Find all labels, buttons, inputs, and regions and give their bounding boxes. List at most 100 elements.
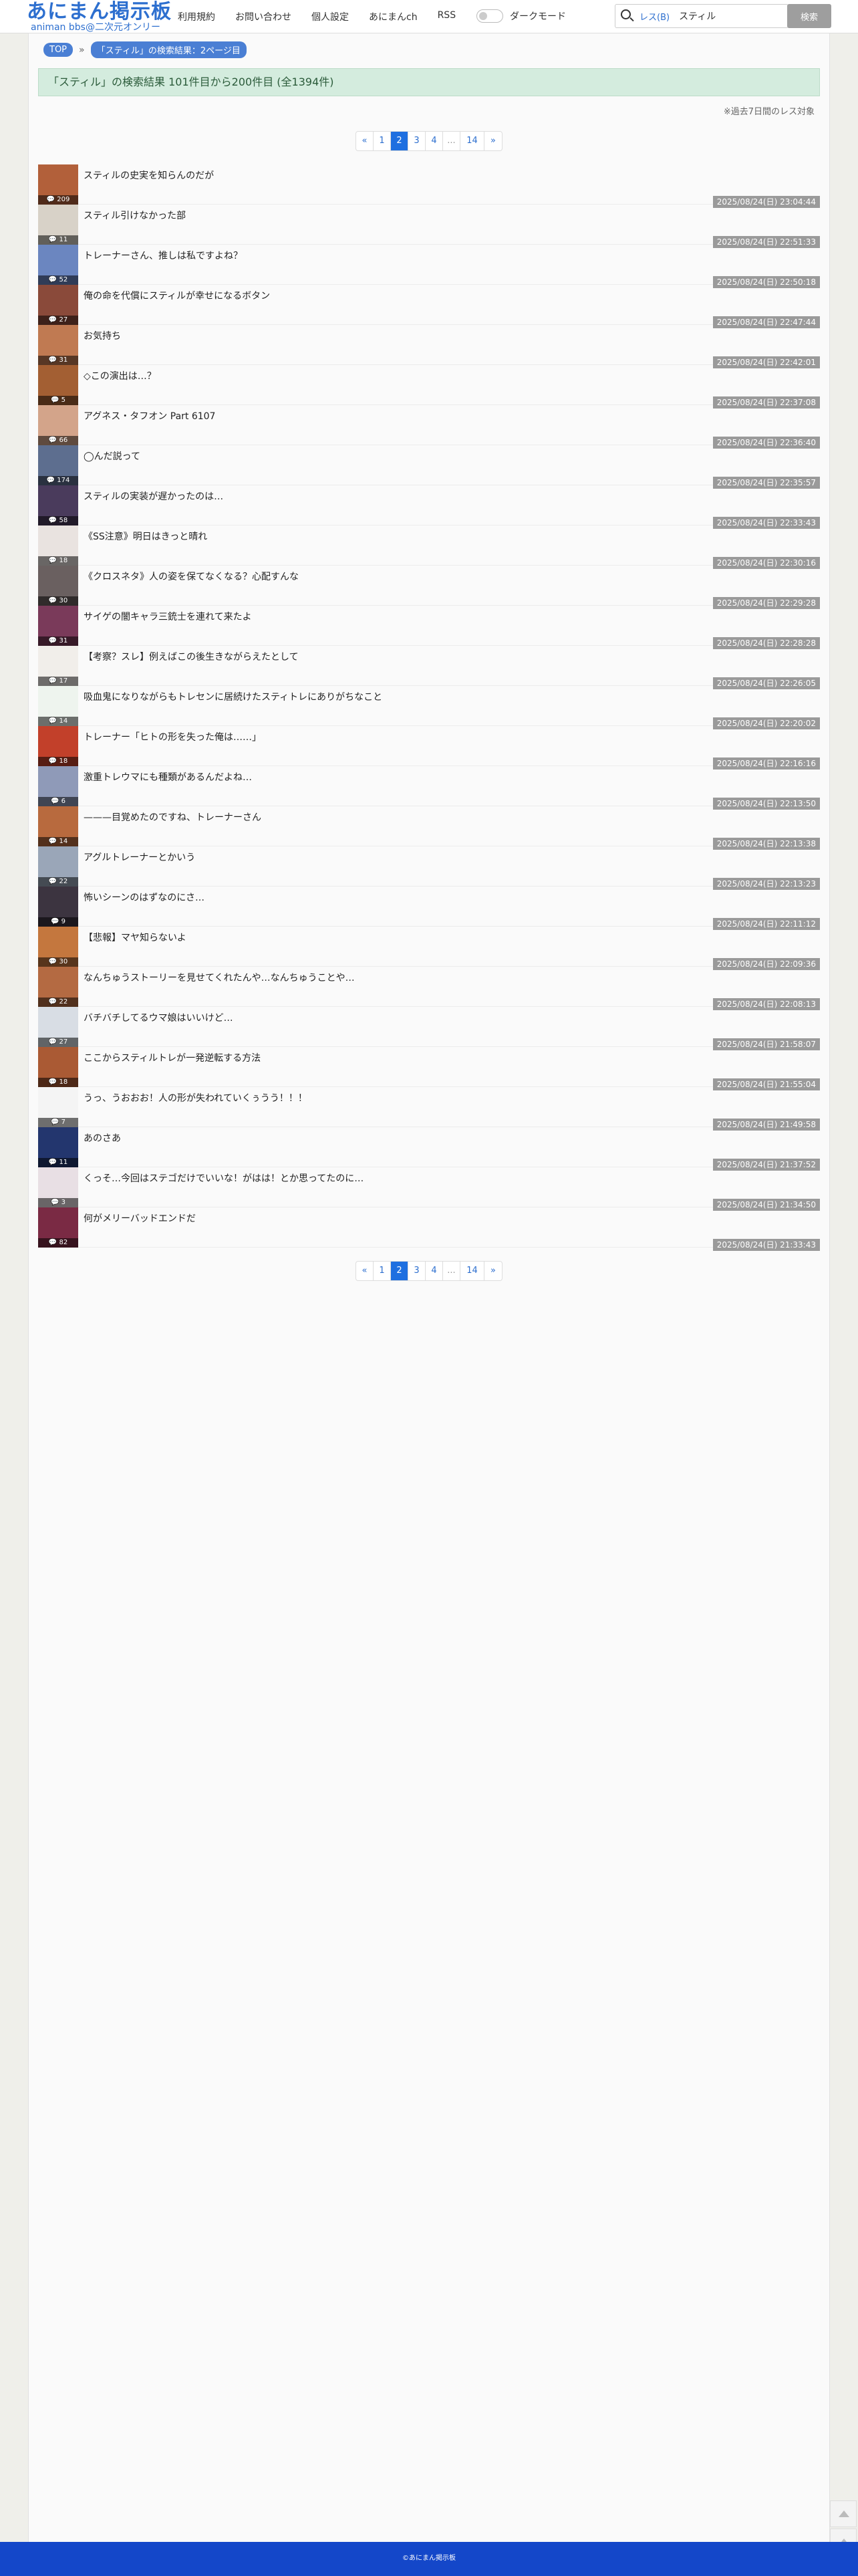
thread-title[interactable]: 【考察？スレ】例えばこの後生きながらえたとして <box>84 650 299 663</box>
thread-row[interactable]: 💬 52 トレーナーさん、推しは私ですよね？ 2025/08/24(日) 22:50… <box>38 245 820 288</box>
thread-row[interactable]: 💬 14 吸血鬼になりながらもトレセンに居続けたスティトレにありがちなこと 2025… <box>38 686 820 729</box>
pager-page-last[interactable]: 14 <box>460 132 484 150</box>
pager-page-4[interactable]: 4 <box>426 1262 443 1280</box>
thread-title[interactable]: スティル引けなかった部 <box>84 209 186 222</box>
thread-row[interactable]: 💬 174 ◯んだ説って 2025/08/24(日) 22:35:57 <box>38 445 820 489</box>
dark-mode-toggle[interactable]: ダークモード <box>476 9 566 23</box>
thread-title[interactable]: 《クロスネタ》人の姿を保てなくなる？心配すんな <box>84 570 299 583</box>
search-input[interactable] <box>679 11 780 21</box>
thread-thumbnail[interactable]: 💬 31 <box>38 606 78 646</box>
pager-page-4[interactable]: 4 <box>426 132 443 150</box>
nav-terms[interactable]: 利用規約 <box>178 10 215 23</box>
pager-prev-icon[interactable]: « <box>356 1262 374 1280</box>
thread-title[interactable]: アグルトレーナーとかいう <box>84 850 195 864</box>
thread-row[interactable]: 💬 5 ◇この演出は…？ 2025/08/24(日) 22:37:08 <box>38 365 820 408</box>
thread-title[interactable]: あのさあ <box>84 1131 121 1145</box>
thread-thumbnail[interactable]: 💬 18 <box>38 525 78 566</box>
thread-thumbnail[interactable]: 💬 58 <box>38 485 78 525</box>
pager-page-1[interactable]: 1 <box>374 1262 391 1280</box>
thread-thumbnail[interactable]: 💬 17 <box>38 646 78 686</box>
thread-row[interactable]: 💬 30 《クロスネタ》人の姿を保てなくなる？心配すんな 2025/08/24(日)… <box>38 566 820 609</box>
thread-row[interactable]: 💬 18 トレーナー「ヒトの形を失った俺は……」 2025/08/24(日) 22:… <box>38 726 820 770</box>
thread-thumbnail[interactable]: 💬 18 <box>38 726 78 766</box>
thread-thumbnail[interactable]: 💬 31 <box>38 325 78 365</box>
thread-title[interactable]: うっ、うおおお！人の形が失われていくぅうう！！！ <box>84 1091 307 1104</box>
thread-row[interactable]: 💬 22 アグルトレーナーとかいう 2025/08/24(日) 22:13:23 <box>38 846 820 890</box>
thread-title[interactable]: ———目覚めたのですね、トレーナーさん <box>84 810 261 824</box>
thread-title[interactable]: 《SS注意》明日はきっと晴れ <box>84 530 207 543</box>
site-logo[interactable]: あにまん掲示板 animan bbs@二次元オンリー <box>27 1 172 33</box>
thread-row[interactable]: 💬 6 激重トレウマにも種類があるんだよね… 2025/08/24(日) 22:13… <box>38 766 820 810</box>
thread-row[interactable]: 💬 9 怖いシーンのはずなのにさ… 2025/08/24(日) 22:11:12 <box>38 887 820 930</box>
thread-thumbnail[interactable]: 💬 11 <box>38 205 78 245</box>
thread-thumbnail[interactable]: 💬 66 <box>38 405 78 445</box>
thread-thumbnail[interactable]: 💬 14 <box>38 806 78 846</box>
thread-row[interactable]: 💬 27 俺の命を代償にスティルが幸せになるボタン 2025/08/24(日) 22… <box>38 285 820 328</box>
thread-thumbnail[interactable]: 💬 82 <box>38 1207 78 1248</box>
thread-row[interactable]: 💬 17 【考察？スレ】例えばこの後生きながらえたとして 2025/08/24(日)… <box>38 646 820 689</box>
thread-row[interactable]: 💬 18 ここからスティルトレが一発逆転する方法 2025/08/24(日) 21:… <box>38 1047 820 1090</box>
thread-row[interactable]: 💬 7 うっ、うおおお！人の形が失われていくぅうう！！！ 2025/08/24(日)… <box>38 1087 820 1131</box>
thread-thumbnail[interactable]: 💬 22 <box>38 846 78 887</box>
thread-title[interactable]: なんちゅうストーリーを見せてくれたんや…なんちゅうことや… <box>84 971 355 984</box>
thread-thumbnail[interactable]: 💬 52 <box>38 245 78 285</box>
thread-thumbnail[interactable]: 💬 14 <box>38 686 78 726</box>
breadcrumb-top[interactable]: TOP <box>43 43 74 57</box>
thread-title[interactable]: ◇この演出は…？ <box>84 369 156 382</box>
thread-thumbnail[interactable]: 💬 3 <box>38 1167 78 1207</box>
thread-title[interactable]: 【悲報】マヤ知らないよ <box>84 931 186 944</box>
thread-thumbnail[interactable]: 💬 27 <box>38 285 78 325</box>
thread-row[interactable]: 💬 27 バチバチしてるウマ娘はいいけど… 2025/08/24(日) 21:58:… <box>38 1007 820 1050</box>
thread-thumbnail[interactable]: 💬 27 <box>38 1007 78 1047</box>
thread-title[interactable]: 怖いシーンのはずなのにさ… <box>84 891 204 904</box>
thread-thumbnail[interactable]: 💬 5 <box>38 365 78 405</box>
thread-title[interactable]: トレーナーさん、推しは私ですよね？ <box>84 249 243 262</box>
thread-row[interactable]: 💬 82 何がメリーバッドエンドだ 2025/08/24(日) 21:33:43 <box>38 1207 820 1251</box>
thread-row[interactable]: 💬 18 《SS注意》明日はきっと晴れ 2025/08/24(日) 22:30:16 <box>38 525 820 569</box>
thread-thumbnail[interactable]: 💬 11 <box>38 1127 78 1167</box>
nav-contact[interactable]: お問い合わせ <box>235 10 291 23</box>
breadcrumb-current[interactable]: 「スティル」の検索結果：2ページ目 <box>90 41 247 58</box>
thread-title[interactable]: バチバチしてるウマ娘はいいけど… <box>84 1011 233 1024</box>
pager-prev-icon[interactable]: « <box>356 132 374 150</box>
thread-row[interactable]: 💬 66 アグネス・タフオン Part 6107 2025/08/24(日) 22:… <box>38 405 820 449</box>
pager-page-3[interactable]: 3 <box>408 132 426 150</box>
pager-next-icon[interactable]: » <box>484 1262 502 1280</box>
thread-thumbnail[interactable]: 💬 9 <box>38 887 78 927</box>
thread-thumbnail[interactable]: 💬 6 <box>38 766 78 806</box>
thread-thumbnail[interactable]: 💬 30 <box>38 927 78 967</box>
pager-page-last[interactable]: 14 <box>460 1262 484 1280</box>
pager-page-2[interactable]: 2 <box>391 132 408 150</box>
search-button[interactable]: 検索 <box>787 4 831 28</box>
thread-thumbnail[interactable]: 💬 18 <box>38 1047 78 1087</box>
search-scope-select[interactable]: レス(B) <box>639 10 670 23</box>
nav-animanch[interactable]: あにまんch <box>369 10 418 23</box>
thread-thumbnail[interactable]: 💬 22 <box>38 967 78 1007</box>
thread-title[interactable]: トレーナー「ヒトの形を失った俺は……」 <box>84 730 261 743</box>
thread-title[interactable]: アグネス・タフオン Part 6107 <box>84 409 215 423</box>
thread-title[interactable]: 激重トレウマにも種類があるんだよね… <box>84 770 252 784</box>
thread-title[interactable]: 何がメリーバッドエンドだ <box>84 1211 196 1225</box>
thread-row[interactable]: 💬 30 【悲報】マヤ知らないよ 2025/08/24(日) 22:09:36 <box>38 927 820 970</box>
thread-thumbnail[interactable]: 💬 30 <box>38 566 78 606</box>
pager-next-icon[interactable]: » <box>484 132 502 150</box>
thread-title[interactable]: くっそ…今回はステゴだけでいいな！がはは！とか思ってたのに… <box>84 1171 364 1185</box>
thread-thumbnail[interactable]: 💬 7 <box>38 1087 78 1127</box>
thread-thumbnail[interactable]: 💬 174 <box>38 445 78 485</box>
thread-title[interactable]: ここからスティルトレが一発逆転する方法 <box>84 1051 261 1064</box>
pager-page-3[interactable]: 3 <box>408 1262 426 1280</box>
thread-title[interactable]: 俺の命を代償にスティルが幸せになるボタン <box>84 289 270 302</box>
thread-row[interactable]: 💬 31 お気持ち 2025/08/24(日) 22:42:01 <box>38 325 820 368</box>
thread-title[interactable]: サイゲの闇キャラ三銃士を連れて来たよ <box>84 610 252 623</box>
thread-row[interactable]: 💬 209 スティルの史実を知らんのだが 2025/08/24(日) 23:04:4… <box>38 164 820 208</box>
dark-mode-switch[interactable] <box>476 9 503 23</box>
thread-row[interactable]: 💬 58 スティルの実装が遅かったのは… 2025/08/24(日) 22:33:4… <box>38 485 820 529</box>
thread-row[interactable]: 💬 3 くっそ…今回はステゴだけでいいな！がはは！とか思ってたのに… 2025/08… <box>38 1167 820 1211</box>
thread-row[interactable]: 💬 14 ———目覚めたのですね、トレーナーさん 2025/08/24(日) 22:… <box>38 806 820 850</box>
pager-page-2[interactable]: 2 <box>391 1262 408 1280</box>
thread-row[interactable]: 💬 22 なんちゅうストーリーを見せてくれたんや…なんちゅうことや… 2025/08… <box>38 967 820 1010</box>
thread-row[interactable]: 💬 31 サイゲの闇キャラ三銃士を連れて来たよ 2025/08/24(日) 22:2… <box>38 606 820 649</box>
nav-rss[interactable]: RSS <box>438 10 456 23</box>
thread-row[interactable]: 💬 11 あのさあ 2025/08/24(日) 21:37:52 <box>38 1127 820 1171</box>
thread-title[interactable]: 吸血鬼になりながらもトレセンに居続けたスティトレにありがちなこと <box>84 690 382 703</box>
